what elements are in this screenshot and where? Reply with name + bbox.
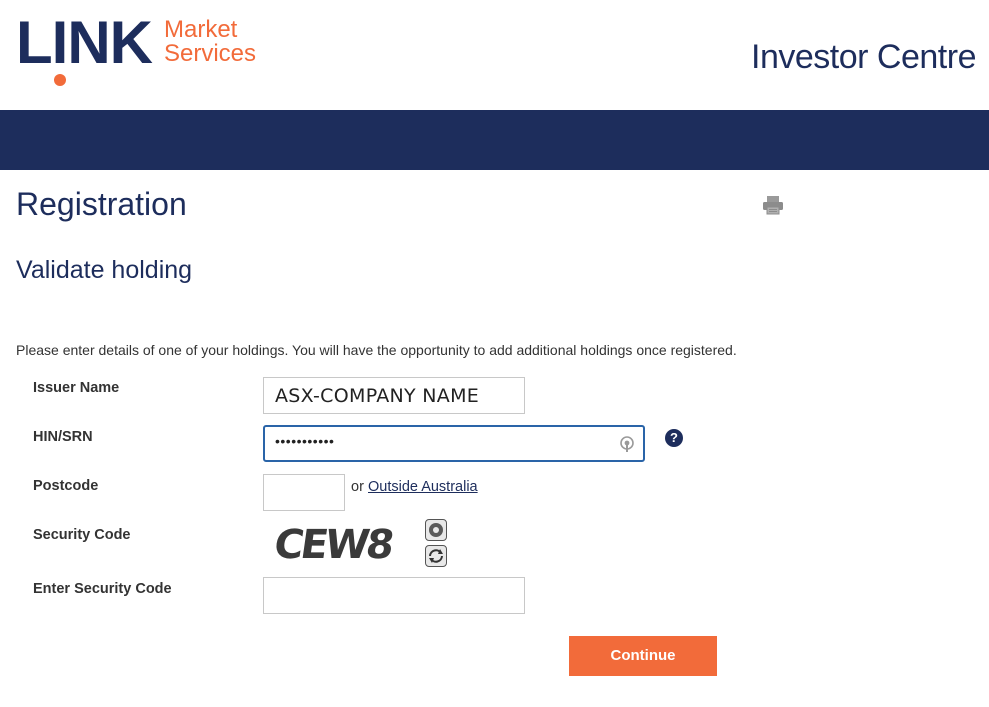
site-title: Investor Centre [751,38,976,76]
captcha-image: CEW8 [270,520,418,568]
logo-subtitle-line2: Services [164,40,257,67]
captcha-text: CEW8 [271,522,395,568]
security-code-label: Security Code [33,527,131,543]
issuer-name-field[interactable]: ASX-COMPANY NAME [263,377,525,414]
hin-srn-label: HIN/SRN [33,429,93,445]
printer-icon[interactable] [762,195,784,215]
intro-text: Please enter details of one of your hold… [16,342,737,358]
issuer-name-label: Issuer Name [33,380,120,396]
postcode-input[interactable] [263,474,345,511]
navigation-bar [0,110,989,170]
logo-subtitle: Market Services [164,18,256,66]
site-header: LINK Market Services Investor Centre [0,0,989,110]
hin-srn-value: ••••••••••• [275,433,335,449]
logo-dot [54,74,66,86]
hin-srn-input[interactable]: ••••••••••• [263,425,645,462]
key-icon[interactable] [619,435,635,453]
security-code-input[interactable] [263,577,525,614]
outside-australia-link[interactable]: Outside Australia [368,479,478,495]
refresh-icon[interactable] [425,545,447,567]
link-market-services-logo[interactable]: LINK Market Services [16,9,276,90]
section-title: Validate holding [16,256,193,284]
or-text: or [351,479,364,495]
logo-wordmark: LINK [16,9,153,76]
continue-button[interactable]: Continue [569,636,717,676]
enter-security-code-label: Enter Security Code [33,581,172,597]
question-mark-icon[interactable]: ? [665,429,683,447]
logo-subtitle-line1: Market [164,16,238,43]
postcode-label: Postcode [33,478,99,494]
speaker-icon[interactable] [425,519,447,541]
page-title: Registration [16,186,187,222]
